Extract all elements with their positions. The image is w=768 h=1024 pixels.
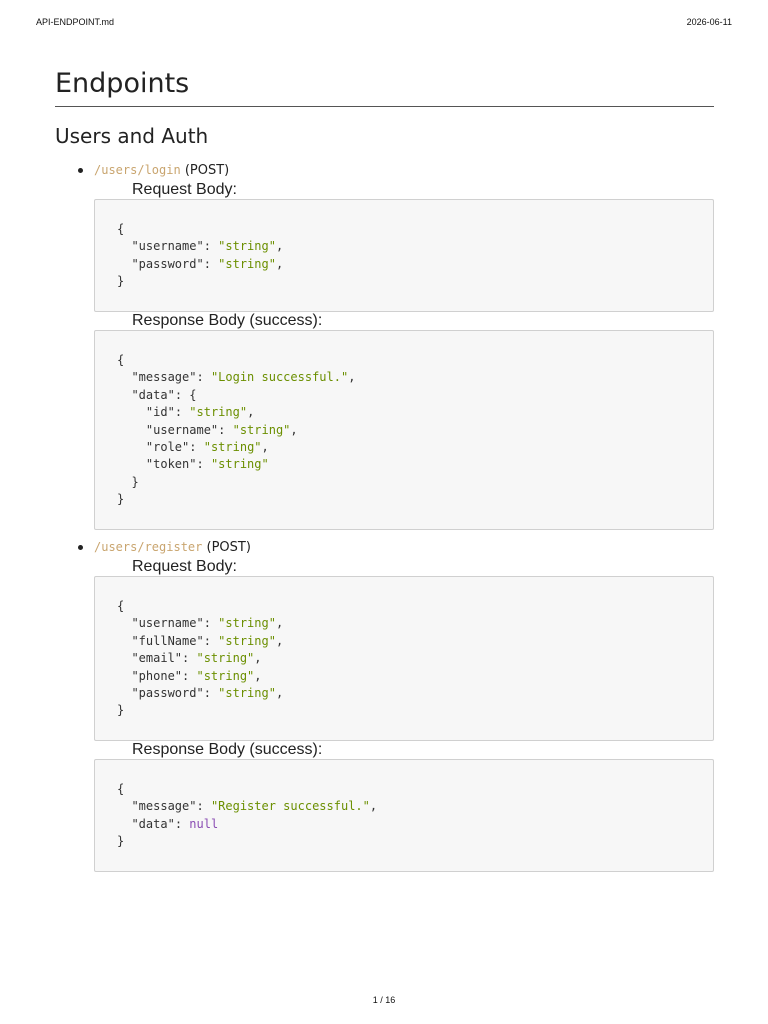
endpoint-method: (POST) — [184, 163, 230, 178]
request-body-label: Request Body: — [132, 181, 237, 198]
document-content: Endpoints Users and Auth /users/login (P… — [55, 66, 714, 872]
endpoint-item-register: /users/register (POST) Request Body: { "… — [55, 537, 714, 872]
page-number: 1 / 16 — [372, 995, 396, 1005]
code-block-login-response: { "message": "Login successful.", "data"… — [94, 330, 714, 530]
header-filename: API-ENDPOINT.md — [36, 17, 115, 27]
endpoint-title: /users/register (POST) — [78, 537, 714, 558]
section-heading: Users and Auth — [55, 124, 209, 148]
endpoint-path: /users/login — [94, 163, 181, 177]
page-title: Endpoints — [55, 66, 714, 107]
endpoint-details: Request Body: — [94, 181, 714, 199]
request-body-label: Request Body: — [132, 558, 237, 575]
endpoint-title: /users/login (POST) — [78, 160, 714, 181]
response-body-label: Response Body (success): — [132, 312, 323, 329]
response-body-item: Response Body (success): — [55, 312, 714, 330]
response-body-label: Response Body (success): — [132, 741, 323, 758]
code-block-register-request: { "username": "string", "fullName": "str… — [94, 576, 714, 741]
header-date: 2026-06-11 — [686, 17, 732, 27]
endpoint-details: Response Body (success): — [94, 741, 714, 759]
endpoint-item-login: /users/login (POST) Request Body: { "use… — [55, 160, 714, 530]
endpoint-path: /users/register — [94, 540, 203, 554]
endpoint-details: Response Body (success): — [94, 312, 714, 330]
request-body-item: Request Body: — [55, 558, 714, 576]
code-block-login-request: { "username": "string", "password": "str… — [94, 199, 714, 312]
endpoint-list: /users/login (POST) Request Body: { "use… — [55, 160, 714, 872]
endpoint-details: Request Body: — [94, 558, 714, 576]
endpoint-method: (POST) — [206, 540, 251, 555]
code-block-register-response: { "message": "Register successful.", "da… — [94, 759, 714, 872]
response-body-item: Response Body (success): — [55, 741, 714, 759]
request-body-item: Request Body: — [55, 181, 714, 199]
